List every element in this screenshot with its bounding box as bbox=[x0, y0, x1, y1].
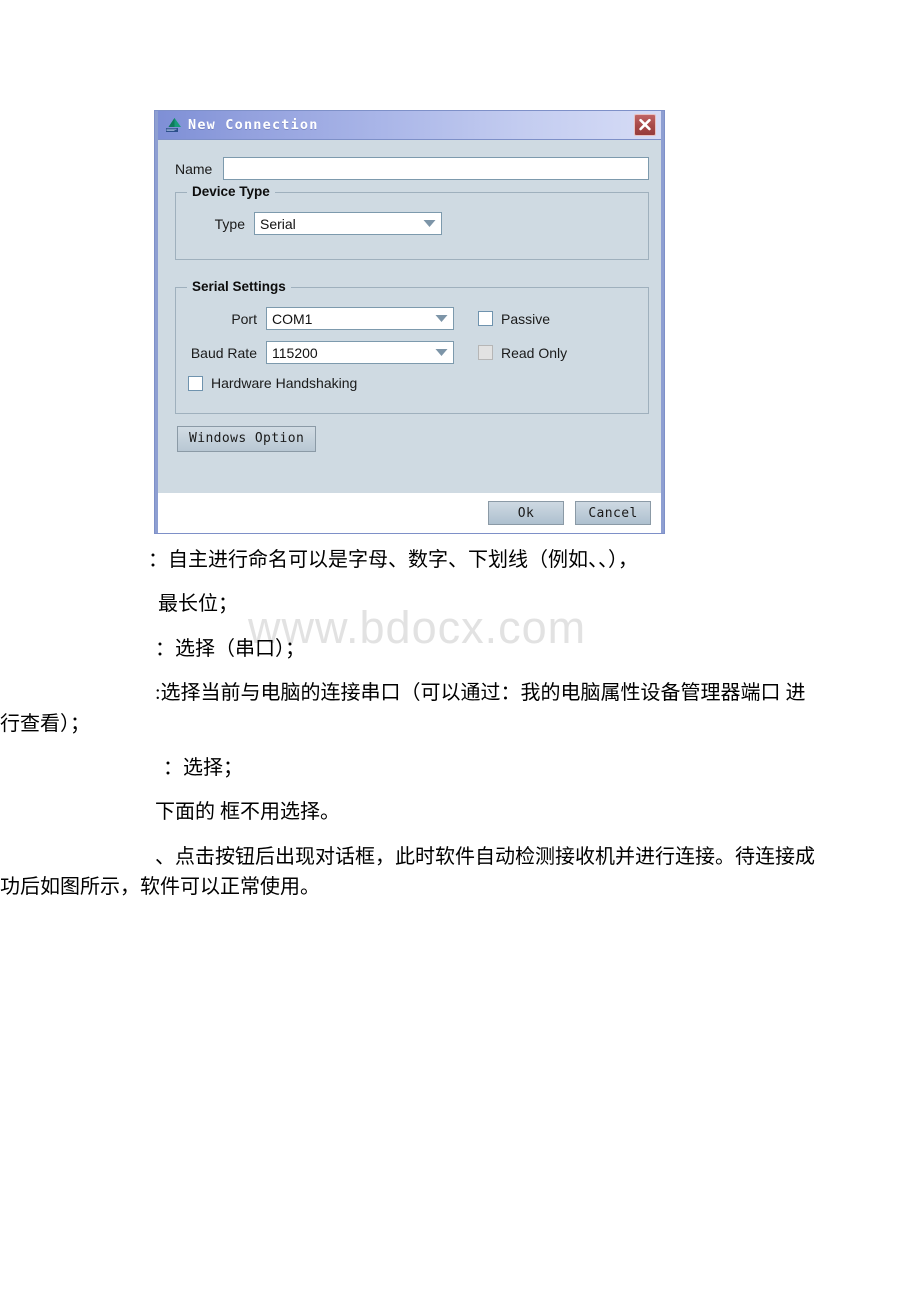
hardware-handshaking-label: Hardware Handshaking bbox=[211, 375, 358, 391]
document-paragraph-5: ：选择； bbox=[163, 756, 243, 779]
hardware-handshaking-checkbox[interactable]: Hardware Handshaking bbox=[188, 375, 357, 391]
baud-rate-label: Baud Rate bbox=[190, 344, 257, 361]
passive-checkbox[interactable]: Passive bbox=[478, 311, 550, 327]
windows-option-button[interactable]: Windows Option bbox=[177, 426, 317, 452]
hardware-handshaking-checkbox-box bbox=[188, 375, 203, 391]
chevron-down-icon bbox=[435, 310, 448, 328]
document-paragraph-7: 、点击按钮后出现对话框，此时软件自动检测接收机并进行连接。待连接成功后如图所示，… bbox=[0, 845, 815, 899]
new-connection-dialog: New Connection Name Device Type Type Ser… bbox=[155, 111, 664, 533]
baud-rate-row: Baud Rate 115200 Read Only bbox=[188, 341, 648, 364]
type-select[interactable]: Serial bbox=[254, 212, 442, 235]
app-logo-icon bbox=[165, 117, 182, 133]
port-label: Port bbox=[231, 310, 257, 327]
baud-rate-select-value: 115200 bbox=[272, 344, 318, 361]
read-only-checkbox: Read Only bbox=[478, 345, 567, 361]
dialog-title: New Connection bbox=[188, 117, 319, 133]
device-type-group: Device Type Type Serial bbox=[175, 184, 649, 260]
dialog-footer: Ok Cancel bbox=[158, 493, 661, 533]
passive-checkbox-box bbox=[478, 311, 493, 326]
document-paragraph-6: 下面的 框不用选择。 bbox=[155, 801, 340, 824]
document-text: ：自主进行命名可以是字母、数字、下划线（例如、、）， 最长位； ：选择（串口）；… bbox=[0, 545, 920, 917]
hardware-handshaking-row: Hardware Handshaking bbox=[188, 375, 648, 391]
serial-settings-group: Serial Settings Port COM1 Passive Baud R… bbox=[175, 279, 649, 414]
document-paragraph-2: 最长位； bbox=[158, 593, 238, 616]
type-row: Type Serial bbox=[188, 212, 648, 235]
port-select[interactable]: COM1 bbox=[266, 307, 454, 330]
baud-rate-select[interactable]: 115200 bbox=[266, 341, 454, 364]
read-only-label: Read Only bbox=[501, 344, 568, 361]
document-paragraph-1: ：自主进行命名可以是字母、数字、下划线（例如、、）， bbox=[148, 549, 638, 571]
name-input[interactable] bbox=[223, 157, 649, 180]
read-only-checkbox-box bbox=[478, 345, 493, 360]
dialog-titlebar[interactable]: New Connection bbox=[158, 111, 661, 140]
type-label: Type bbox=[214, 215, 245, 232]
chevron-down-icon bbox=[423, 215, 436, 233]
port-select-value: COM1 bbox=[272, 310, 313, 327]
port-row: Port COM1 Passive bbox=[188, 307, 648, 330]
device-type-group-title: Device Type bbox=[187, 184, 275, 199]
type-select-value: Serial bbox=[260, 215, 296, 232]
document-paragraph-3: ：选择（串口）； bbox=[155, 637, 305, 660]
cancel-button[interactable]: Cancel bbox=[575, 501, 651, 525]
name-row: Name bbox=[175, 157, 652, 180]
serial-settings-group-title: Serial Settings bbox=[187, 279, 291, 294]
name-label: Name bbox=[175, 160, 213, 177]
document-paragraph-4: :选择当前与电脑的连接串口（可以通过：我的电脑属性设备管理器端口 进行查看）； bbox=[0, 682, 806, 735]
passive-label: Passive bbox=[501, 310, 551, 327]
close-icon[interactable] bbox=[634, 114, 656, 136]
dialog-body: Name Device Type Type Serial Serial Sett… bbox=[158, 140, 661, 493]
chevron-down-icon bbox=[435, 344, 448, 362]
ok-button[interactable]: Ok bbox=[488, 501, 564, 525]
